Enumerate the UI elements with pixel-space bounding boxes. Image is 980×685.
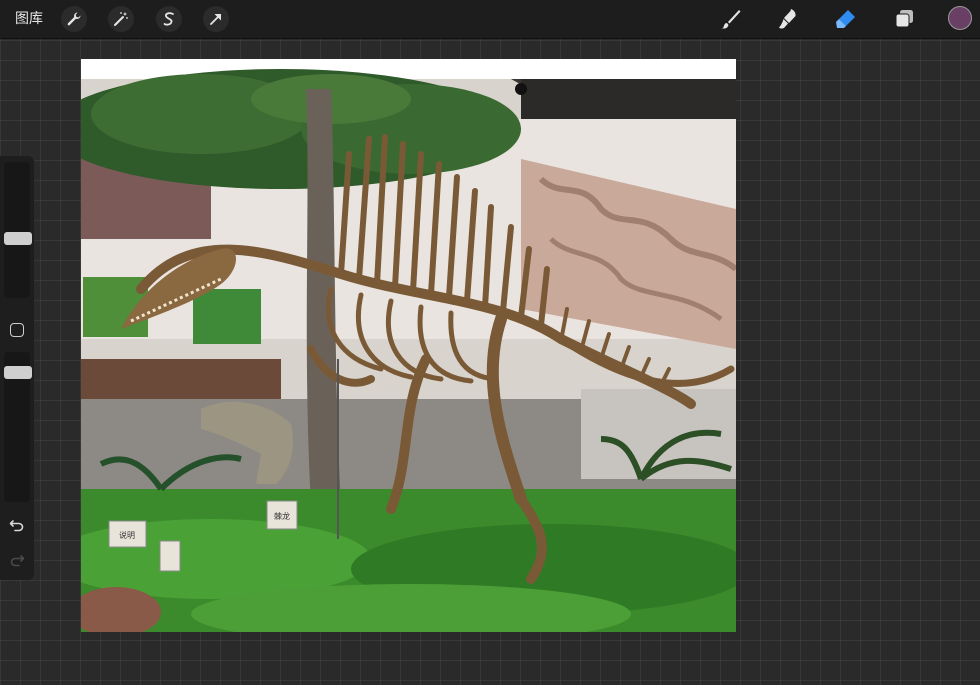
brush-icon: [721, 10, 741, 29]
smudge-icon: [779, 9, 796, 29]
redo-icon: [10, 555, 25, 567]
eraser-icon: [836, 10, 855, 28]
gallery-button[interactable]: 图库: [15, 10, 43, 28]
museum-dinosaur-photo: 说明 棘龙: [81, 59, 736, 632]
smudge-button[interactable]: [774, 5, 802, 33]
layers-icon: [895, 10, 913, 28]
sign-label: 棘龙: [274, 511, 290, 521]
brush-size-slider[interactable]: [4, 162, 30, 298]
drawing-canvas[interactable]: 说明 棘龙: [81, 59, 736, 632]
opacity-thumb[interactable]: [4, 366, 32, 379]
eraser-button[interactable]: [832, 5, 860, 33]
sign-label: 说明: [119, 530, 135, 540]
left-sidebar: [0, 156, 34, 580]
undo-icon: [9, 520, 24, 532]
undo-button[interactable]: [8, 516, 26, 534]
modify-button[interactable]: [10, 323, 24, 337]
magic-wand-icon: [114, 12, 128, 26]
wrench-icon: [67, 12, 81, 26]
layers-button[interactable]: [890, 5, 918, 33]
color-picker-button[interactable]: [948, 6, 972, 30]
top-toolbar: 图库: [0, 0, 980, 39]
adjustments-button[interactable]: [108, 6, 134, 32]
brush-size-thumb[interactable]: [4, 232, 32, 245]
actions-button[interactable]: [61, 6, 87, 32]
redo-button[interactable]: [8, 551, 26, 569]
selection-icon: [163, 12, 174, 26]
selection-button[interactable]: [156, 6, 182, 32]
arrow-icon: [210, 14, 221, 25]
transform-button[interactable]: [203, 6, 229, 32]
brush-button[interactable]: [717, 5, 745, 33]
